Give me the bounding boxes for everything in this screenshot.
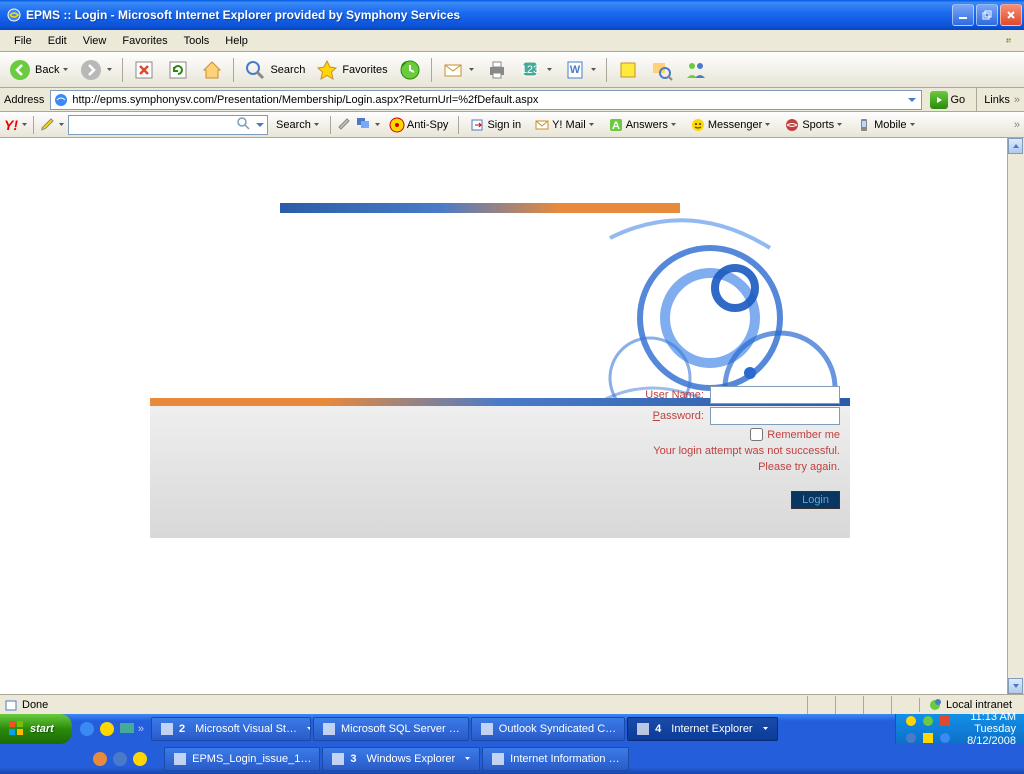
taskbar: start » 2 Microsoft Visual St…Microsoft … <box>0 714 1024 774</box>
error-line-1: Your login attempt was not successful. <box>645 445 840 457</box>
taskbar-button[interactable]: 3 Windows Explorer <box>322 747 480 771</box>
address-label: Address <box>4 94 46 106</box>
svg-text:A: A <box>612 120 620 132</box>
security-zone[interactable]: Local intranet <box>919 698 1020 712</box>
favorites-button[interactable]: Favorites <box>311 55 391 85</box>
vertical-scrollbar[interactable] <box>1007 138 1024 694</box>
clock[interactable]: 11:13 AM Tuesday 8/12/2008 <box>967 711 1016 747</box>
address-bar: Address Go Links » <box>0 88 1024 112</box>
taskbar-button[interactable]: Outlook Syndicated C… <box>471 717 625 741</box>
tray-icon[interactable] <box>921 714 935 728</box>
tray-icon[interactable] <box>938 731 952 745</box>
error-line-2: Please try again. <box>645 461 840 473</box>
messenger-button[interactable]: Messenger <box>685 115 776 135</box>
search-icon <box>233 116 253 133</box>
taskbar-button[interactable]: 4 Internet Explorer <box>627 717 777 741</box>
page-content: User Name: Password: Remember me Your lo… <box>0 138 1024 694</box>
username-input[interactable] <box>710 386 840 404</box>
taskbar-button[interactable]: 2 Microsoft Visual St… <box>151 717 311 741</box>
tray-icon[interactable] <box>904 731 918 745</box>
messenger-button[interactable]: 123 <box>515 55 557 85</box>
highlighter-icon[interactable] <box>336 115 352 134</box>
ie-quicklaunch-icon[interactable] <box>78 720 96 738</box>
menu-help[interactable]: Help <box>217 33 256 49</box>
home-button[interactable] <box>196 55 228 85</box>
search-dropdown-icon[interactable] <box>253 118 267 132</box>
menu-view[interactable]: View <box>75 33 115 49</box>
system-tray[interactable]: 11:13 AM Tuesday 8/12/2008 <box>895 714 1024 744</box>
status-text: Done <box>22 699 48 711</box>
pencil-icon[interactable] <box>39 115 55 134</box>
start-button[interactable]: start <box>0 714 72 744</box>
history-button[interactable] <box>394 55 426 85</box>
thunderbird-quicklaunch-icon[interactable] <box>111 750 129 768</box>
address-dropdown-icon[interactable] <box>905 93 919 107</box>
remember-checkbox[interactable] <box>750 428 763 441</box>
taskbar-button[interactable]: Internet Information … <box>482 747 628 771</box>
popup-blocker-icon[interactable] <box>355 115 371 134</box>
mail-button[interactable] <box>437 55 479 85</box>
mobile-button[interactable]: Mobile <box>851 115 920 135</box>
quicklaunch-top: » <box>72 720 150 738</box>
minimize-button[interactable] <box>952 4 974 26</box>
password-label: Password: <box>653 410 704 422</box>
taskbar-button[interactable]: EPMS_Login_issue_1… <box>164 747 320 771</box>
menu-file[interactable]: File <box>6 33 40 49</box>
page-icon <box>53 92 69 108</box>
address-input-wrapper[interactable] <box>50 90 921 110</box>
quicklaunch-bottom: » <box>85 750 163 768</box>
menu-bar: File Edit View Favorites Tools Help <box>0 30 1024 52</box>
menu-edit[interactable]: Edit <box>40 33 75 49</box>
login-button[interactable]: Login <box>791 491 840 509</box>
tray-icon[interactable] <box>904 714 918 728</box>
taskbar-button[interactable]: Microsoft SQL Server … <box>313 717 469 741</box>
search-button[interactable]: Search <box>239 55 309 85</box>
standard-toolbar: Back Search Favorites 123 W <box>0 52 1024 88</box>
yahoo-search-input[interactable] <box>68 115 268 135</box>
menu-tools[interactable]: Tools <box>176 33 218 49</box>
close-button[interactable] <box>1000 4 1022 26</box>
desktop-quicklaunch-icon[interactable] <box>118 720 136 738</box>
back-button[interactable]: Back <box>4 55 73 85</box>
password-input[interactable] <box>710 407 840 425</box>
signin-button[interactable]: Sign in <box>464 115 526 135</box>
answers-button[interactable]: AAnswers <box>603 115 682 135</box>
menu-favorites[interactable]: Favorites <box>114 33 175 49</box>
search-desktop-button[interactable] <box>646 55 678 85</box>
firefox-quicklaunch-icon[interactable] <box>91 750 109 768</box>
ymail-button[interactable]: Y! Mail <box>529 115 600 135</box>
forward-button[interactable] <box>75 55 117 85</box>
research-button[interactable]: W <box>559 55 601 85</box>
note-button[interactable] <box>612 55 644 85</box>
print-button[interactable] <box>481 55 513 85</box>
tray-icon[interactable] <box>938 714 952 728</box>
people-button[interactable] <box>680 55 712 85</box>
go-button[interactable]: Go <box>926 91 970 109</box>
windows-flag-icon[interactable] <box>998 32 1020 50</box>
sports-button[interactable]: Sports <box>779 115 848 135</box>
window-title: EPMS :: Login - Microsoft Internet Explo… <box>26 8 952 22</box>
window-titlebar: EPMS :: Login - Microsoft Internet Explo… <box>0 0 1024 30</box>
yahoo-search-button[interactable]: Search <box>271 115 325 135</box>
status-bar: Done Local intranet <box>0 694 1024 714</box>
yahoo-logo-icon[interactable]: Y! <box>4 117 18 133</box>
antispy-button[interactable]: Anti-Spy <box>384 115 454 135</box>
stop-button[interactable] <box>128 55 160 85</box>
username-label: User Name: <box>645 389 704 401</box>
ie-icon <box>6 7 22 23</box>
done-icon <box>4 698 18 712</box>
tray-icon[interactable] <box>921 731 935 745</box>
app-quicklaunch-icon[interactable] <box>131 750 149 768</box>
login-panel: User Name: Password: Remember me Your lo… <box>150 398 850 538</box>
refresh-button[interactable] <box>162 55 194 85</box>
svg-text:123: 123 <box>520 64 538 76</box>
svg-text:W: W <box>569 64 580 76</box>
links-label[interactable]: Links <box>984 94 1010 106</box>
remember-label: Remember me <box>767 429 840 441</box>
restore-button[interactable] <box>976 4 998 26</box>
outlook-quicklaunch-icon[interactable] <box>98 720 116 738</box>
intranet-icon <box>928 698 942 712</box>
yahoo-toolbar: Y! Search Anti-Spy Sign in Y! Mail AAnsw… <box>0 112 1024 138</box>
address-input[interactable] <box>72 94 901 106</box>
